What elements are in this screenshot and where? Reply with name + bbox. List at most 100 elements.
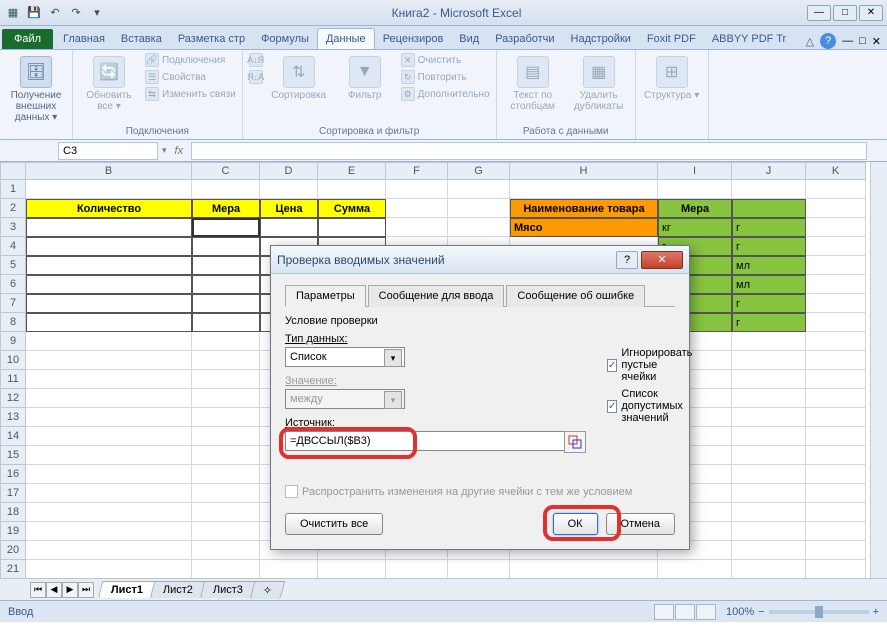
cell-C8[interactable] [192,313,260,332]
cell-C12[interactable] [192,389,260,408]
workbook-minimize-button[interactable]: — [842,35,853,47]
row-header-5[interactable]: 5 [0,256,26,275]
row-header-20[interactable]: 20 [0,541,26,560]
zoom-control[interactable]: 100% − + [726,606,879,618]
cell-J2[interactable] [732,199,806,218]
cell-E21[interactable] [318,560,386,578]
row-header-11[interactable]: 11 [0,370,26,389]
cell-B19[interactable] [26,522,192,541]
cell-B17[interactable] [26,484,192,503]
col-header-E[interactable]: E [318,162,386,180]
clear-filter-button[interactable]: ✕Очистить [401,52,490,68]
cell-G2[interactable] [448,199,510,218]
name-box[interactable]: C3 [58,142,158,160]
cell-J15[interactable] [732,446,806,465]
new-sheet-button[interactable]: ✧ [250,581,286,599]
tab-formulas[interactable]: Формулы [253,29,317,49]
cell-K16[interactable] [806,465,866,484]
filter-button[interactable]: ▼ Фильтр [335,52,395,101]
cell-B20[interactable] [26,541,192,560]
col-header-K[interactable]: K [806,162,866,180]
cell-K3[interactable] [806,218,866,237]
cell-J6[interactable]: мл [732,275,806,294]
cell-J20[interactable] [732,541,806,560]
workbook-restore-button[interactable]: □ [859,35,866,47]
refresh-all-button[interactable]: 🔄 Обновить все ▾ [79,52,139,112]
edit-links-button[interactable]: ⇆Изменить связи [145,86,236,102]
cell-C21[interactable] [192,560,260,578]
cell-G1[interactable] [448,180,510,199]
cell-J18[interactable] [732,503,806,522]
cell-C1[interactable] [192,180,260,199]
cell-E2[interactable]: Сумма [318,199,386,218]
cell-J8[interactable]: г [732,313,806,332]
cell-C10[interactable] [192,351,260,370]
ignore-blank-checkbox[interactable]: ✓Игнорировать пустые ячейки [607,347,695,383]
tab-view[interactable]: Вид [451,29,487,49]
cell-G21[interactable] [448,560,510,578]
vertical-scrollbar[interactable] [870,162,887,578]
cell-K10[interactable] [806,351,866,370]
cell-K1[interactable] [806,180,866,199]
sheet-tab-2[interactable]: Лист2 [150,581,207,598]
properties-button[interactable]: ☰Свойства [145,69,236,85]
cell-K17[interactable] [806,484,866,503]
workbook-close-button[interactable]: ✕ [872,35,881,48]
cell-J12[interactable] [732,389,806,408]
cell-K20[interactable] [806,541,866,560]
cell-F21[interactable] [386,560,448,578]
maximize-button[interactable]: □ [833,5,857,21]
cell-C16[interactable] [192,465,260,484]
cell-H21[interactable] [510,560,658,578]
redo-icon[interactable]: ↷ [67,4,85,22]
cell-C6[interactable] [192,275,260,294]
advanced-filter-button[interactable]: ⚙Дополнительно [401,86,490,102]
cell-B5[interactable] [26,256,192,275]
cell-B7[interactable] [26,294,192,313]
tab-addins[interactable]: Надстройки [563,29,639,49]
row-header-10[interactable]: 10 [0,351,26,370]
cell-J7[interactable]: г [732,294,806,313]
cell-B18[interactable] [26,503,192,522]
row-header-18[interactable]: 18 [0,503,26,522]
cell-B1[interactable] [26,180,192,199]
zoom-in-button[interactable]: + [873,606,879,618]
row-header-9[interactable]: 9 [0,332,26,351]
cell-K14[interactable] [806,427,866,446]
col-header-I[interactable]: I [658,162,732,180]
cell-I21[interactable] [658,560,732,578]
cell-B6[interactable] [26,275,192,294]
row-header-13[interactable]: 13 [0,408,26,427]
row-header-12[interactable]: 12 [0,389,26,408]
outline-button[interactable]: ⊞ Структура ▾ [642,52,702,101]
zoom-out-button[interactable]: − [758,606,764,618]
col-header-B[interactable]: B [26,162,192,180]
cell-C19[interactable] [192,522,260,541]
cell-J1[interactable] [732,180,806,199]
row-header-1[interactable]: 1 [0,180,26,199]
cell-K5[interactable] [806,256,866,275]
cell-B12[interactable] [26,389,192,408]
fx-icon[interactable]: fx [167,145,192,157]
row-header-2[interactable]: 2 [0,199,26,218]
ok-button[interactable]: ОК [553,513,598,535]
tab-home[interactable]: Главная [55,29,113,49]
cell-K19[interactable] [806,522,866,541]
cell-H3[interactable]: Мясо [510,218,658,237]
cell-C13[interactable] [192,408,260,427]
cell-B11[interactable] [26,370,192,389]
cell-D1[interactable] [260,180,318,199]
prev-sheet-button[interactable]: ◀ [46,582,62,598]
file-tab[interactable]: Файл [2,29,53,49]
get-external-data-button[interactable]: 🗄 Получение внешних данных ▾ [6,52,66,123]
help-icon[interactable]: ? [820,33,836,49]
sort-button[interactable]: ⇅ Сортировка [269,52,329,101]
tab-error-alert[interactable]: Сообщение об ошибке [506,285,645,307]
next-sheet-button[interactable]: ▶ [62,582,78,598]
row-header-21[interactable]: 21 [0,560,26,578]
cell-B4[interactable] [26,237,192,256]
cell-J17[interactable] [732,484,806,503]
in-cell-dropdown-checkbox[interactable]: ✓Список допустимых значений [607,388,695,424]
connections-button[interactable]: 🔗Подключения [145,52,236,68]
cell-J5[interactable]: мл [732,256,806,275]
